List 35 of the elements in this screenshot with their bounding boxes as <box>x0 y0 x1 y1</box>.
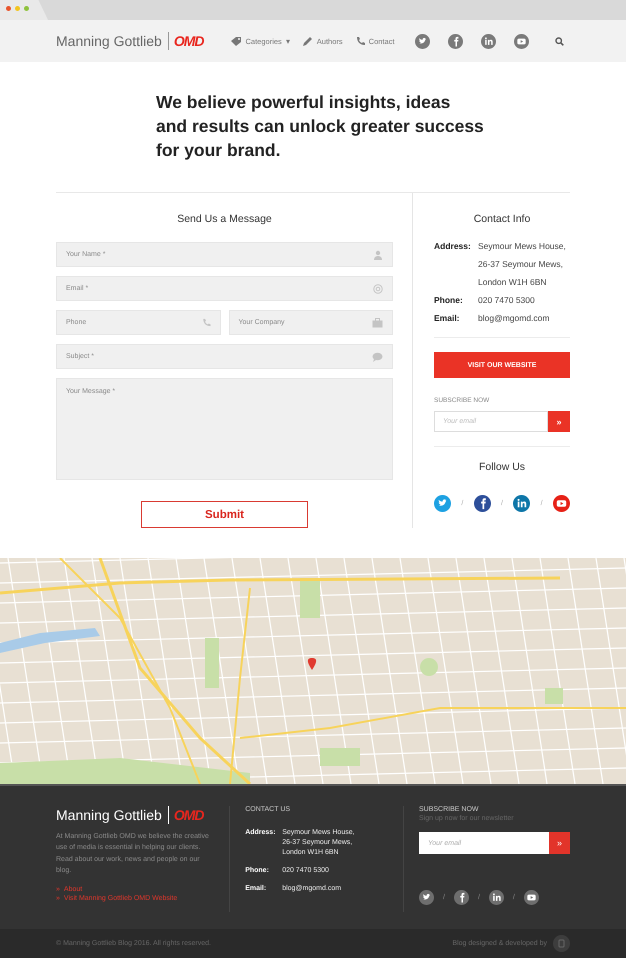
pen-icon <box>302 36 313 46</box>
detail-label: Address: <box>434 241 472 253</box>
phone-icon <box>354 36 365 46</box>
detail-label: Email: <box>434 313 461 323</box>
facebook-icon[interactable] <box>454 890 469 905</box>
speech-bubble-icon <box>372 352 383 362</box>
detail-value: 020 7470 5300 <box>478 295 536 305</box>
youtube-icon[interactable] <box>524 890 539 905</box>
detail-value: blog@mgomd.com <box>478 313 550 323</box>
linkedin-icon[interactable] <box>488 890 504 905</box>
detail-value: 26-37 Seymour Mews, <box>478 259 564 269</box>
brand-name[interactable]: Manning Gottlieb <box>56 32 169 50</box>
detail-value: London W1H 6BN <box>478 277 548 287</box>
tag-icon <box>230 36 242 46</box>
subscribe-button[interactable]: » <box>548 411 570 432</box>
subscribe-button[interactable]: » <box>549 832 570 854</box>
submit-button[interactable]: Submit <box>141 501 308 528</box>
detail-value: Seymour Mews House, <box>478 241 567 251</box>
detail-label: Phone: <box>434 295 464 305</box>
search-icon[interactable] <box>554 36 564 46</box>
omd-logo: OMD <box>174 33 204 49</box>
map-pin-icon <box>308 658 316 670</box>
twitter-icon[interactable] <box>419 890 434 905</box>
form-title: Send Us a Message <box>176 213 273 225</box>
briefcase-icon <box>372 318 383 328</box>
phone-icon <box>200 318 210 328</box>
contact-title: Contact Info <box>472 213 532 225</box>
headline: We believe powerful insights, ideas and results can unlock greater success for your brand. <box>156 91 485 162</box>
at-icon <box>373 284 383 294</box>
facebook-icon[interactable] <box>474 495 491 512</box>
developer-badge-icon[interactable] <box>553 935 570 952</box>
omd-logo: OMD <box>174 807 204 823</box>
person-icon <box>373 250 383 260</box>
follow-title: Follow Us <box>478 461 526 473</box>
brand-name[interactable]: Manning Gottlieb <box>56 806 169 824</box>
